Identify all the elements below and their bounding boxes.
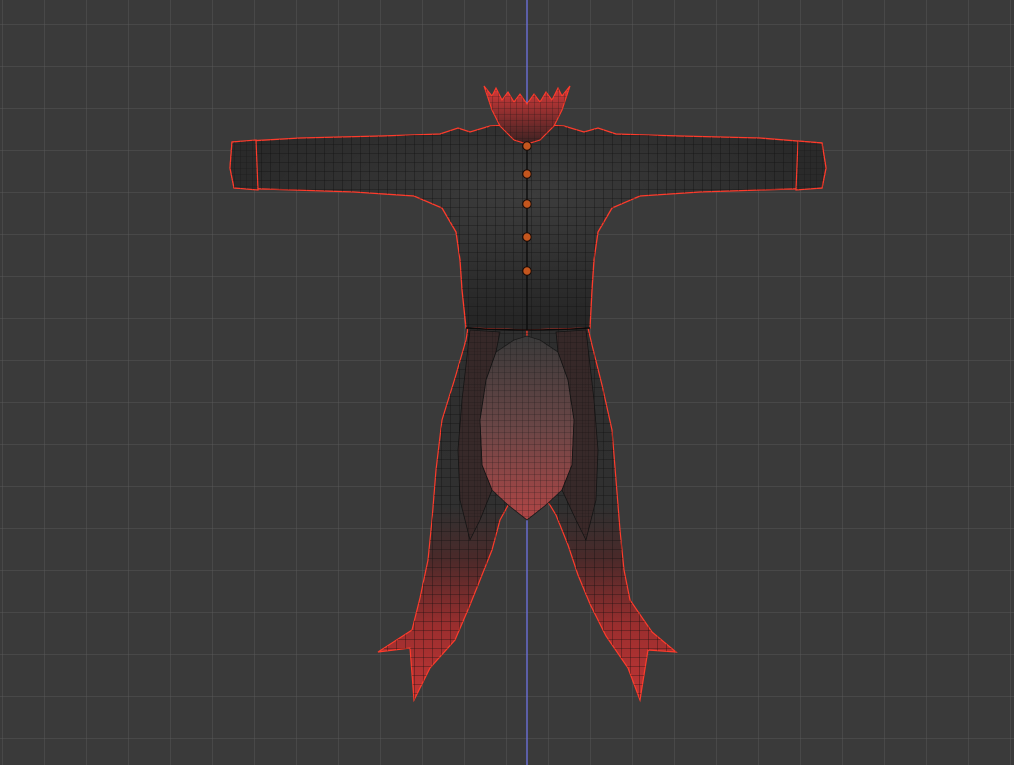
coat-button-3[interactable] xyxy=(522,199,532,209)
coat-button-1[interactable] xyxy=(522,141,532,151)
viewport-canvas[interactable] xyxy=(0,0,1014,765)
coat-button-5[interactable] xyxy=(522,266,532,276)
coat-button-2[interactable] xyxy=(522,169,532,179)
3d-viewport[interactable] xyxy=(0,0,1014,765)
coat-button-4[interactable] xyxy=(522,232,532,242)
